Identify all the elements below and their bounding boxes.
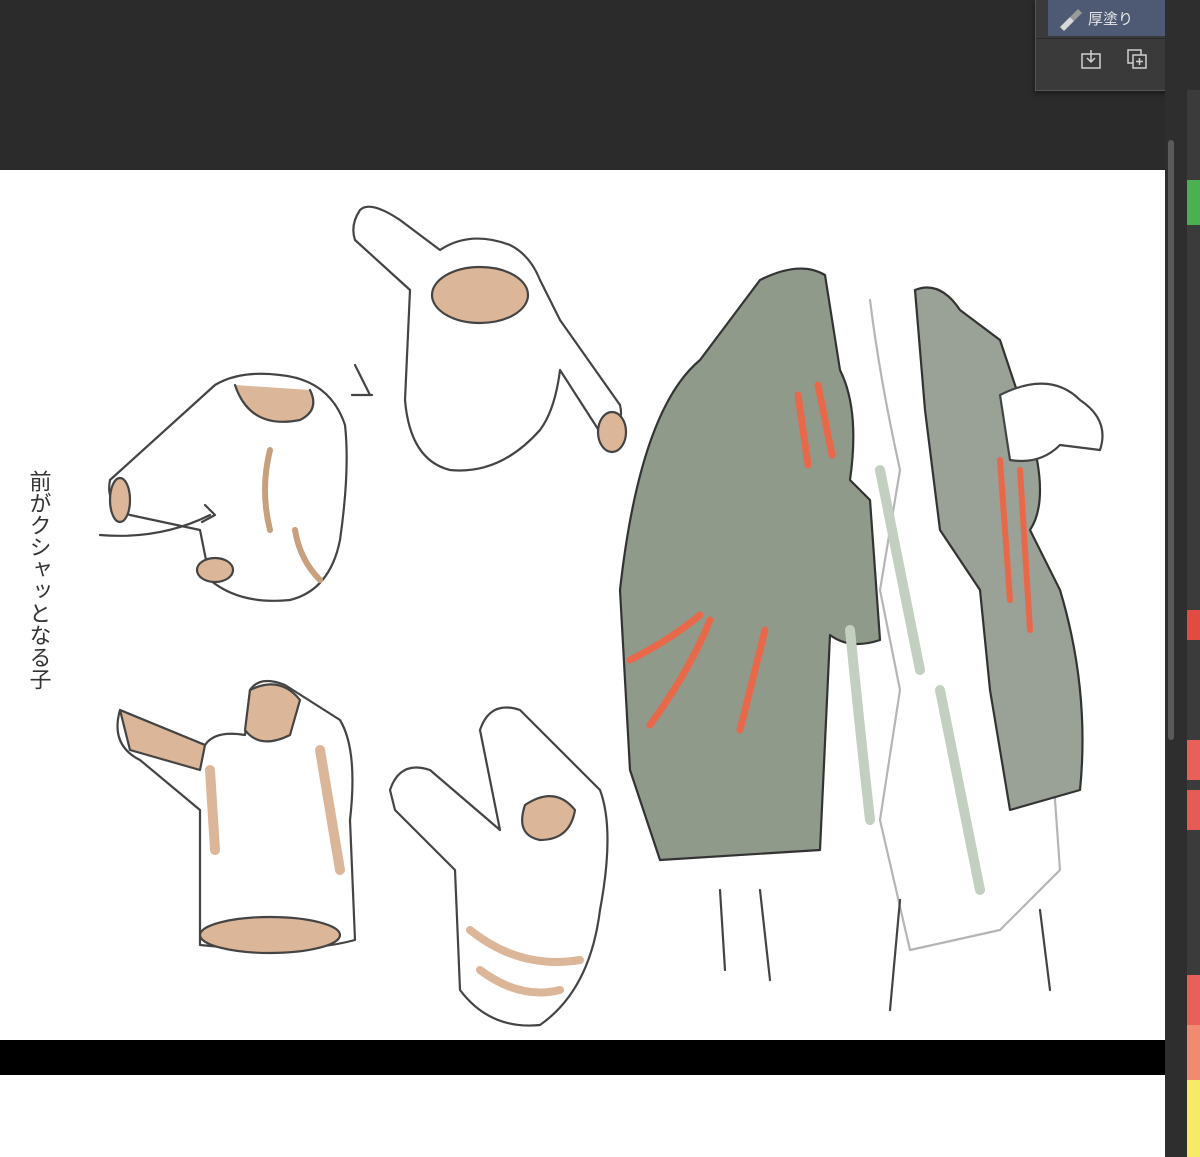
- sweater-sketch-left: [98, 372, 348, 602]
- color-swatch[interactable]: [1187, 1080, 1200, 1157]
- color-swatch[interactable]: [1187, 740, 1200, 780]
- color-swatch[interactable]: [1187, 790, 1200, 830]
- color-swatch[interactable]: [1187, 610, 1200, 640]
- download-icon: [1081, 50, 1101, 69]
- color-swatch[interactable]: [1187, 1025, 1200, 1080]
- sweater-sketch-bottom-middle: [388, 706, 609, 1027]
- color-swatch[interactable]: [1187, 975, 1200, 1025]
- drawing-canvas[interactable]: 前がクシャッとなる子: [0, 170, 1165, 1040]
- workspace-below-canvas: [0, 1075, 1165, 1157]
- artwork: 前がクシャッとなる子: [26, 205, 1104, 1027]
- import-brush-button[interactable]: [1078, 46, 1104, 72]
- color-swatch[interactable]: [1187, 180, 1200, 225]
- brush-icon: [1054, 3, 1084, 33]
- duplicate-icon: [1127, 49, 1147, 69]
- canvas-bottom-bar: [0, 1040, 1165, 1075]
- sweater-sketch-top: [350, 205, 628, 472]
- jacket-figure: [618, 267, 1104, 1012]
- workspace-topbar: [0, 0, 1165, 170]
- sweater-sketch-bottom-left: [116, 679, 357, 955]
- dock-scrollbar[interactable]: [1168, 140, 1174, 740]
- handwritten-note: 前がクシャッとなる子: [26, 470, 51, 690]
- brush-item-label: 厚塗り: [1088, 9, 1134, 28]
- duplicate-brush-button[interactable]: [1124, 46, 1150, 72]
